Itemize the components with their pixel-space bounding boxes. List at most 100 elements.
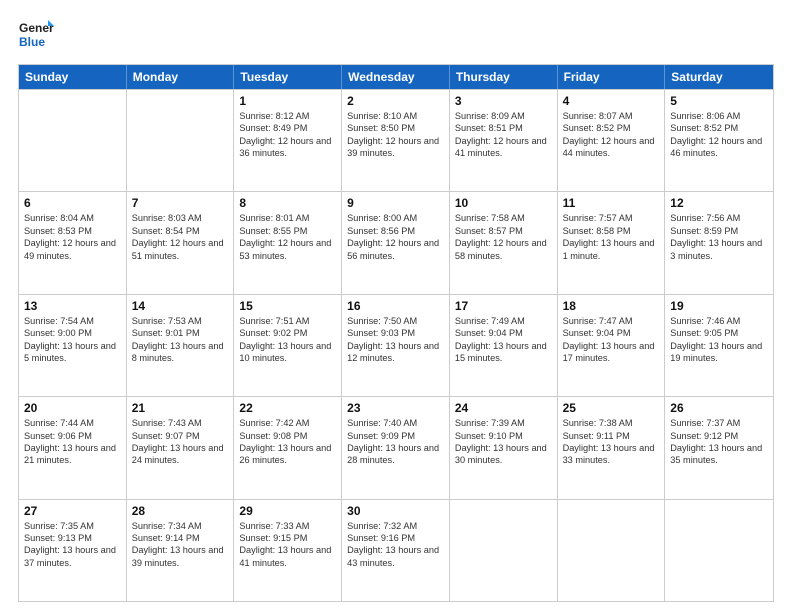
calendar-body: 1 Sunrise: 8:12 AMSunset: 8:49 PMDaylight… — [19, 89, 773, 601]
header-day-thursday: Thursday — [450, 65, 558, 89]
day-number: 7 — [132, 196, 229, 210]
empty-cell — [127, 90, 235, 191]
day-info: Sunrise: 7:43 AMSunset: 9:07 PMDaylight:… — [132, 417, 229, 467]
day-cell-5: 5 Sunrise: 8:06 AMSunset: 8:52 PMDaylight… — [665, 90, 773, 191]
day-info: Sunrise: 8:12 AMSunset: 8:49 PMDaylight:… — [239, 110, 336, 160]
week-row-5: 27Sunrise: 7:35 AMSunset: 9:13 PMDayligh… — [19, 499, 773, 601]
day-number: 13 — [24, 299, 121, 313]
logo: General Blue — [18, 18, 54, 54]
day-number: 29 — [239, 504, 336, 518]
empty-cell — [19, 90, 127, 191]
day-number: 17 — [455, 299, 552, 313]
day-cell-22: 22 Sunrise: 7:42 AMSunset: 9:08 PMDayligh… — [234, 397, 342, 498]
day-info: Sunrise: 7:58 AMSunset: 8:57 PMDaylight:… — [455, 212, 552, 262]
day-number: 25 — [563, 401, 660, 415]
day-cell-13: 13 Sunrise: 7:54 AMSunset: 9:00 PMDayligh… — [19, 295, 127, 396]
day-cell-24: 24Sunrise: 7:39 AMSunset: 9:10 PMDayligh… — [450, 397, 558, 498]
day-number: 23 — [347, 401, 444, 415]
day-info: Sunrise: 7:53 AMSunset: 9:01 PMDaylight:… — [132, 315, 229, 365]
day-number: 4 — [563, 94, 660, 108]
day-number: 10 — [455, 196, 552, 210]
day-number: 18 — [563, 299, 660, 313]
day-info: Sunrise: 7:32 AMSunset: 9:16 PMDaylight:… — [347, 520, 444, 570]
day-cell-29: 29 Sunrise: 7:33 AMSunset: 9:15 PMDayligh… — [234, 500, 342, 601]
day-number: 12 — [670, 196, 768, 210]
day-cell-16: 16 Sunrise: 7:50 AMSunset: 9:03 PMDayligh… — [342, 295, 450, 396]
day-number: 22 — [239, 401, 336, 415]
header-day-tuesday: Tuesday — [234, 65, 342, 89]
day-cell-9: 9 Sunrise: 8:00 AMSunset: 8:56 PMDaylight… — [342, 192, 450, 293]
header-day-wednesday: Wednesday — [342, 65, 450, 89]
day-info: Sunrise: 8:04 AMSunset: 8:53 PMDaylight:… — [24, 212, 121, 262]
day-info: Sunrise: 7:46 AMSunset: 9:05 PMDaylight:… — [670, 315, 768, 365]
day-info: Sunrise: 8:03 AMSunset: 8:54 PMDaylight:… — [132, 212, 229, 262]
day-info: Sunrise: 7:47 AMSunset: 9:04 PMDaylight:… — [563, 315, 660, 365]
day-info: Sunrise: 7:35 AMSunset: 9:13 PMDaylight:… — [24, 520, 121, 570]
day-number: 14 — [132, 299, 229, 313]
day-info: Sunrise: 7:33 AMSunset: 9:15 PMDaylight:… — [239, 520, 336, 570]
day-cell-20: 20 Sunrise: 7:44 AMSunset: 9:06 PMDayligh… — [19, 397, 127, 498]
day-cell-21: 21 Sunrise: 7:43 AMSunset: 9:07 PMDayligh… — [127, 397, 235, 498]
empty-cell — [558, 500, 666, 601]
header-day-friday: Friday — [558, 65, 666, 89]
empty-cell — [665, 500, 773, 601]
day-info: Sunrise: 7:51 AMSunset: 9:02 PMDaylight:… — [239, 315, 336, 365]
day-number: 26 — [670, 401, 768, 415]
day-number: 16 — [347, 299, 444, 313]
day-number: 1 — [239, 94, 336, 108]
day-cell-25: 25 Sunrise: 7:38 AMSunset: 9:11 PMDayligh… — [558, 397, 666, 498]
calendar-header: SundayMondayTuesdayWednesdayThursdayFrid… — [19, 65, 773, 89]
day-info: Sunrise: 7:49 AMSunset: 9:04 PMDaylight:… — [455, 315, 552, 365]
day-number: 11 — [563, 196, 660, 210]
day-number: 30 — [347, 504, 444, 518]
day-cell-27: 27Sunrise: 7:35 AMSunset: 9:13 PMDayligh… — [19, 500, 127, 601]
day-info: Sunrise: 8:06 AMSunset: 8:52 PMDaylight:… — [670, 110, 768, 160]
day-info: Sunrise: 8:00 AMSunset: 8:56 PMDaylight:… — [347, 212, 444, 262]
day-cell-8: 8Sunrise: 8:01 AMSunset: 8:55 PMDaylight… — [234, 192, 342, 293]
day-cell-17: 17 Sunrise: 7:49 AMSunset: 9:04 PMDayligh… — [450, 295, 558, 396]
day-info: Sunrise: 8:10 AMSunset: 8:50 PMDaylight:… — [347, 110, 444, 160]
day-info: Sunrise: 7:34 AMSunset: 9:14 PMDaylight:… — [132, 520, 229, 570]
day-cell-7: 7 Sunrise: 8:03 AMSunset: 8:54 PMDaylight… — [127, 192, 235, 293]
week-row-1: 1 Sunrise: 8:12 AMSunset: 8:49 PMDaylight… — [19, 89, 773, 191]
day-number: 19 — [670, 299, 768, 313]
day-cell-1: 1 Sunrise: 8:12 AMSunset: 8:49 PMDaylight… — [234, 90, 342, 191]
day-cell-26: 26 Sunrise: 7:37 AMSunset: 9:12 PMDayligh… — [665, 397, 773, 498]
day-info: Sunrise: 8:09 AMSunset: 8:51 PMDaylight:… — [455, 110, 552, 160]
day-cell-14: 14 Sunrise: 7:53 AMSunset: 9:01 PMDayligh… — [127, 295, 235, 396]
day-info: Sunrise: 7:38 AMSunset: 9:11 PMDaylight:… — [563, 417, 660, 467]
day-info: Sunrise: 7:40 AMSunset: 9:09 PMDaylight:… — [347, 417, 444, 467]
day-number: 21 — [132, 401, 229, 415]
day-cell-18: 18 Sunrise: 7:47 AMSunset: 9:04 PMDayligh… — [558, 295, 666, 396]
day-info: Sunrise: 7:57 AMSunset: 8:58 PMDaylight:… — [563, 212, 660, 262]
header-day-sunday: Sunday — [19, 65, 127, 89]
day-cell-30: 30 Sunrise: 7:32 AMSunset: 9:16 PMDayligh… — [342, 500, 450, 601]
header-day-monday: Monday — [127, 65, 235, 89]
day-cell-15: 15 Sunrise: 7:51 AMSunset: 9:02 PMDayligh… — [234, 295, 342, 396]
day-number: 24 — [455, 401, 552, 415]
day-cell-2: 2 Sunrise: 8:10 AMSunset: 8:50 PMDaylight… — [342, 90, 450, 191]
day-number: 5 — [670, 94, 768, 108]
day-number: 9 — [347, 196, 444, 210]
day-number: 2 — [347, 94, 444, 108]
day-info: Sunrise: 7:42 AMSunset: 9:08 PMDaylight:… — [239, 417, 336, 467]
day-number: 20 — [24, 401, 121, 415]
day-info: Sunrise: 8:01 AMSunset: 8:55 PMDaylight:… — [239, 212, 336, 262]
day-info: Sunrise: 7:44 AMSunset: 9:06 PMDaylight:… — [24, 417, 121, 467]
page: General Blue SundayMondayTuesdayWednesda… — [0, 0, 792, 612]
day-cell-10: 10 Sunrise: 7:58 AMSunset: 8:57 PMDayligh… — [450, 192, 558, 293]
day-cell-6: 6 Sunrise: 8:04 AMSunset: 8:53 PMDaylight… — [19, 192, 127, 293]
day-cell-12: 12Sunrise: 7:56 AMSunset: 8:59 PMDayligh… — [665, 192, 773, 293]
calendar: SundayMondayTuesdayWednesdayThursdayFrid… — [18, 64, 774, 602]
day-number: 3 — [455, 94, 552, 108]
day-number: 15 — [239, 299, 336, 313]
day-info: Sunrise: 7:37 AMSunset: 9:12 PMDaylight:… — [670, 417, 768, 467]
day-cell-4: 4 Sunrise: 8:07 AMSunset: 8:52 PMDaylight… — [558, 90, 666, 191]
empty-cell — [450, 500, 558, 601]
day-cell-28: 28Sunrise: 7:34 AMSunset: 9:14 PMDayligh… — [127, 500, 235, 601]
day-info: Sunrise: 8:07 AMSunset: 8:52 PMDaylight:… — [563, 110, 660, 160]
day-number: 6 — [24, 196, 121, 210]
svg-text:Blue: Blue — [19, 35, 45, 49]
day-info: Sunrise: 7:50 AMSunset: 9:03 PMDaylight:… — [347, 315, 444, 365]
day-info: Sunrise: 7:54 AMSunset: 9:00 PMDaylight:… — [24, 315, 121, 365]
